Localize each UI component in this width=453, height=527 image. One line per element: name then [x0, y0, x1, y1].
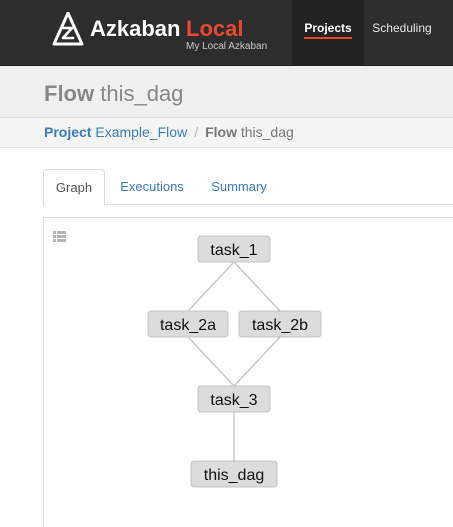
breadcrumb-flow-label: Flow [205, 124, 237, 140]
page-title-name: this_dag [100, 81, 184, 106]
tab-graph-label: Graph [55, 180, 93, 195]
breadcrumb-project-label: Project [44, 124, 92, 140]
brand-subtitle: My Local Azkaban [186, 41, 268, 52]
breadcrumb-project-name: Example_Flow [95, 124, 188, 140]
brand-env: Local [186, 16, 244, 41]
nav-projects-label: Projects [304, 21, 352, 35]
page-header: Flow this_dag [0, 66, 453, 118]
nav-projects[interactable]: Projects [292, 0, 364, 66]
breadcrumb-project-link[interactable]: Project Example_Flow [44, 124, 187, 140]
graph-panel: task_1 task_2a task_2b task_3 this_dag [43, 217, 453, 527]
node-task_1[interactable]: task_1 [197, 235, 271, 263]
tab-executions[interactable]: Executions [111, 169, 193, 205]
node-label: task_1 [210, 242, 257, 259]
brand-name: Azkaban [90, 16, 181, 41]
breadcrumb-separator: / [194, 124, 199, 140]
azkaban-logo-icon [52, 12, 84, 46]
page-title: Flow this_dag [44, 81, 183, 107]
edge-task_1-task_2a [187, 261, 235, 312]
top-navbar: Azkaban Local My Local Azkaban Projects … [0, 0, 453, 66]
node-task_3[interactable]: task_3 [197, 385, 271, 413]
node-task_2a[interactable]: task_2a [147, 310, 229, 338]
flow-tabs: Graph Executions Summary [43, 169, 453, 206]
node-label: task_3 [210, 392, 257, 409]
tab-executions-label: Executions [120, 179, 184, 194]
node-task_2b[interactable]: task_2b [238, 310, 322, 338]
tab-graph[interactable]: Graph [43, 169, 105, 206]
node-label: task_2b [252, 317, 308, 334]
edge-task_2b-task_3 [233, 336, 281, 387]
nav-scheduling-label: Scheduling [372, 21, 432, 35]
node-label: task_2a [160, 317, 216, 334]
breadcrumb-flow-name: this_dag [240, 124, 294, 140]
breadcrumb: Project Example_Flow / Flow this_dag [0, 118, 453, 148]
node-this_dag[interactable]: this_dag [190, 460, 278, 488]
tab-summary-label: Summary [211, 179, 267, 194]
page-title-keyword: Flow [44, 81, 95, 106]
edge-task_2a-task_3 [187, 336, 235, 387]
node-label: this_dag [204, 467, 265, 484]
nav-scheduling[interactable]: Scheduling [364, 0, 440, 66]
nav-active-indicator [304, 37, 352, 39]
tab-summary[interactable]: Summary [201, 169, 277, 205]
dag-graph: task_1 task_2a task_2b task_3 this_dag [147, 235, 322, 488]
edge-task_1-task_2b [233, 261, 281, 312]
